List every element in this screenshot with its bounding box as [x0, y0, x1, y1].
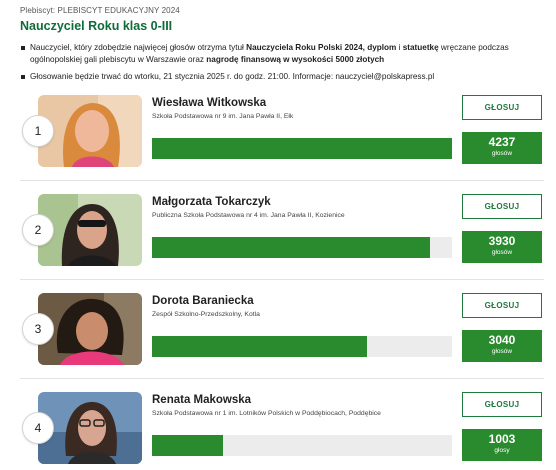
rules-list: Nauczyciel, który zdobędzie najwięcej gł…	[20, 42, 540, 83]
vote-bar	[152, 336, 452, 357]
vote-bar	[152, 237, 452, 258]
plebiscite-header: Plebiscyt: PLEBISCYT EDUKACYJNY 2024 Nau…	[20, 6, 540, 88]
rule-bold: statuetkę	[402, 43, 439, 52]
divider	[20, 279, 544, 280]
vote-count-box: 3930 głosów	[462, 231, 542, 263]
candidate-card: 3 Dorota Baraniecka Zespół Szkolno-Przed…	[20, 293, 544, 391]
rule-deadline: Głosowanie będzie trwać do wtorku, 21 st…	[20, 71, 540, 83]
vote-count-label: głosów	[491, 150, 513, 157]
vote-bar	[152, 435, 452, 456]
vote-count-label: głosy	[494, 447, 510, 454]
rule-bold: Nauczyciela Roku Polski 2024, dyplom	[246, 43, 397, 52]
candidate-school: Szkoła Podstawowa nr 1 im. Lotników Pols…	[152, 410, 381, 417]
divider	[20, 378, 544, 379]
vote-bar-fill	[152, 336, 368, 357]
candidate-school: Publiczna Szkoła Podstawowa nr 4 im. Jan…	[152, 212, 345, 219]
vote-count-box: 1003 głosy	[462, 429, 542, 461]
candidate-card: 4 Renata Makowska Szkoła Podstawowa nr 1…	[20, 392, 544, 470]
rule-bold: nagrodę finansową w wysokości 5000 złoty…	[206, 55, 385, 64]
vote-button[interactable]: GŁOSUJ	[462, 95, 542, 120]
rank-badge: 3	[22, 313, 54, 345]
vote-count: 3040	[488, 333, 516, 347]
rule-text: Nauczyciel, który zdobędzie najwięcej gł…	[30, 43, 247, 52]
vote-count-box: 3040 głosów	[462, 330, 542, 362]
rank-badge: 4	[22, 412, 54, 444]
rule-prize: Nauczyciel, który zdobędzie najwięcej gł…	[20, 42, 540, 66]
vote-bar-fill	[152, 435, 223, 456]
rank-badge: 1	[22, 115, 54, 147]
candidate-name: Małgorzata Tokarczyk	[152, 196, 271, 208]
vote-count-label: głosów	[491, 348, 513, 355]
candidate-name: Dorota Baraniecka	[152, 295, 254, 307]
candidate-name: Wiesława Witkowska	[152, 97, 267, 109]
vote-count-box: 4237 głosów	[462, 132, 542, 164]
vote-count: 1003	[488, 432, 516, 446]
rank-badge: 2	[22, 214, 54, 246]
candidate-name: Renata Makowska	[152, 394, 252, 406]
vote-count-label: głosów	[491, 249, 513, 256]
vote-button[interactable]: GŁOSUJ	[462, 194, 542, 219]
vote-bar-fill	[152, 138, 452, 159]
vote-bar-fill	[152, 237, 431, 258]
candidate-school: Zespół Szkolno-Przedszkolny, Kotla	[152, 311, 260, 318]
divider	[20, 180, 544, 181]
page-title: Nauczyciel Roku klas 0-III	[20, 19, 173, 33]
candidate-school: Szkoła Podstawowa nr 9 im. Jana Pawła II…	[152, 113, 294, 120]
candidate-card: 1 Wiesława Witkowska Szkoła Podstawowa n…	[20, 95, 544, 193]
vote-bar	[152, 138, 452, 159]
vote-button[interactable]: GŁOSUJ	[462, 293, 542, 318]
vote-count: 3930	[488, 234, 516, 248]
plebiscite-kicker: Plebiscyt: PLEBISCYT EDUKACYJNY 2024	[20, 6, 180, 15]
vote-count: 4237	[488, 135, 516, 149]
candidate-card: 2 Małgorzata Tokarczyk Publiczna Szkoła …	[20, 194, 544, 292]
vote-button[interactable]: GŁOSUJ	[462, 392, 542, 417]
